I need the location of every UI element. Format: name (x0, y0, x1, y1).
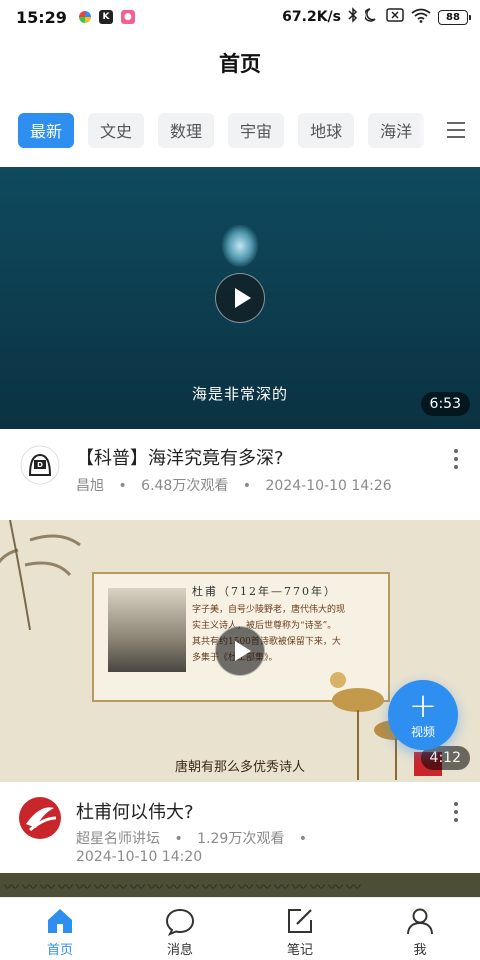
tab-earth[interactable]: 地球 (298, 112, 355, 148)
slide-line: 字子美，自号少陵野老，唐代伟大的现 (192, 605, 346, 615)
nav-label: 笔记 (286, 943, 313, 958)
meta-separator: • (298, 831, 308, 847)
next-video-thumbnail[interactable]: 〰〰〰〰〰〰〰〰〰〰〰〰〰〰〰〰〰〰〰〰 (0, 873, 480, 897)
more-dot (454, 465, 458, 469)
video-info-ocean[interactable]: D 【科普】海洋究竟有多深? 昌旭 • 6.48万次观看 • 2024-10-1… (0, 429, 480, 519)
play-button[interactable] (215, 273, 265, 323)
home-icon (48, 909, 72, 933)
bamboo-decoration (0, 520, 81, 630)
svg-text:D: D (37, 461, 43, 469)
slide-heading: 杜甫（712年—770年） (192, 585, 337, 598)
status-bar: 15:29 K ● 67.2K/s 88 (0, 0, 480, 34)
wifi-icon (411, 8, 431, 27)
bluetooth-icon (348, 7, 358, 27)
nav-label: 消息 (166, 943, 193, 958)
video-thumbnail-ocean[interactable]: 海是非常深的 6:53 (0, 167, 480, 429)
video-meta: 昌旭 • 6.48万次观看 • 2024-10-10 14:26 (76, 475, 392, 495)
nav-label: 我 (413, 943, 427, 958)
video-title[interactable]: 杜甫何以伟大? (76, 798, 194, 824)
play-button[interactable] (215, 626, 265, 676)
video-views: 6.48万次观看 (141, 478, 229, 494)
status-app-icons: K ● (78, 10, 135, 24)
upload-video-button[interactable]: + 视频 (388, 680, 458, 750)
tab-universe[interactable]: 宇宙 (228, 112, 285, 148)
video-subtitle: 唐朝有那么多优秀诗人 (174, 760, 305, 775)
video-info-du-fu[interactable]: 杜甫何以伟大? 超星名师讲坛 • 1.29万次观看 • 2024-10-10 1… (0, 782, 480, 872)
meta-separator: • (118, 478, 127, 494)
calligraphy-decoration: 〰〰〰〰〰〰〰〰〰〰〰〰〰〰〰〰〰〰〰〰 (4, 878, 365, 896)
bottom-nav: 首页 消息 笔记 我 (0, 897, 480, 960)
video-author: 昌旭 (76, 478, 104, 494)
video-date: 2024-10-10 14:20 (76, 849, 203, 865)
battery-indicator: 88 (438, 9, 471, 25)
tab-math-physics[interactable]: 数理 (158, 112, 215, 148)
nav-profile[interactable]: 我 (360, 898, 480, 960)
app-notification-icon: ● (120, 10, 135, 24)
slide-line: 实主义诗人，被后世尊称为“诗圣”。 (192, 621, 337, 631)
status-time: 15:29 (16, 7, 67, 27)
video-meta: 超星名师讲坛 • 1.29万次观看 • (76, 828, 317, 848)
message-icon (165, 908, 195, 936)
more-dot (454, 449, 458, 453)
video-subtitle: 海是非常深的 (191, 385, 288, 403)
page-title: 首页 (219, 52, 261, 76)
avatar[interactable]: D (20, 445, 60, 485)
nav-messages[interactable]: 消息 (120, 898, 240, 960)
tab-latest[interactable]: 最新 (18, 112, 75, 148)
menu-icon (447, 122, 465, 138)
app-notification-icon (78, 11, 91, 23)
video-title[interactable]: 【科普】海洋究竟有多深? (76, 444, 284, 470)
app-notification-icon: K (98, 10, 113, 24)
network-speed: 67.2K/s (282, 9, 341, 25)
meta-separator: • (174, 831, 183, 847)
sim-off-icon (386, 8, 404, 26)
video-date: 2024-10-10 14:26 (265, 478, 392, 494)
tab-history[interactable]: 文史 (88, 112, 145, 148)
nav-notes[interactable]: 笔记 (240, 898, 360, 960)
more-dot (454, 810, 458, 814)
fab-label: 视频 (410, 724, 435, 739)
video-duration: 6:53 (420, 392, 470, 416)
profile-icon (407, 908, 433, 935)
portrait-image (108, 588, 186, 672)
nav-home[interactable]: 首页 (0, 898, 120, 960)
plus-icon: + (408, 685, 438, 726)
note-icon (288, 909, 312, 933)
thumbnail-light-figure (222, 225, 258, 267)
more-dot (454, 457, 458, 461)
meta-separator: • (242, 478, 252, 494)
more-dot (454, 818, 458, 822)
video-views: 1.29万次观看 (197, 831, 285, 847)
status-indicators: 67.2K/s 88 (282, 7, 471, 27)
tab-menu-button[interactable] (434, 112, 478, 148)
tab-ocean[interactable]: 海洋 (368, 112, 425, 148)
moon-icon (363, 8, 379, 26)
nav-label: 首页 (46, 943, 73, 958)
more-options-button[interactable] (450, 802, 462, 822)
category-tabs: 最新 文史 数理 宇宙 地球 海洋 (18, 112, 478, 148)
avatar[interactable] (18, 796, 62, 840)
video-author: 超星名师讲坛 (76, 831, 160, 847)
more-dot (454, 802, 458, 806)
more-options-button[interactable] (450, 449, 462, 469)
